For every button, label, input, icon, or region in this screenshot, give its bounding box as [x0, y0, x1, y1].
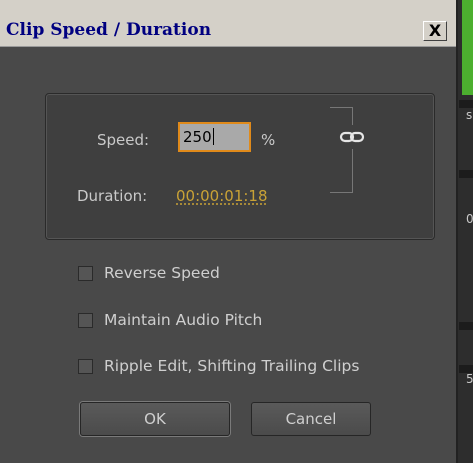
background-text: s: [466, 108, 473, 122]
text-caret: [212, 128, 214, 145]
speed-input[interactable]: 250: [178, 122, 251, 152]
duration-label: Duration:: [77, 187, 148, 205]
ok-button[interactable]: OK: [80, 402, 230, 436]
background-text: 5: [466, 372, 473, 386]
background-divider: [459, 322, 473, 330]
link-bracket: [330, 107, 353, 193]
close-icon: X: [428, 21, 442, 40]
background-divider: [459, 100, 473, 108]
close-button[interactable]: X: [423, 21, 447, 41]
reverse-speed-label: Reverse Speed: [104, 264, 220, 282]
ripple-edit-checkbox[interactable]: [78, 359, 93, 374]
duration-timecode[interactable]: 00:00:01:18: [176, 187, 268, 205]
chain-link-icon[interactable]: [337, 125, 367, 149]
maintain-audio-pitch-checkbox[interactable]: [78, 313, 93, 328]
reverse-speed-checkbox[interactable]: [78, 266, 93, 281]
speed-duration-group: [45, 93, 435, 240]
speed-label: Speed:: [97, 131, 150, 149]
background-text: 0: [466, 212, 473, 226]
background-divider: [459, 170, 473, 178]
title-bar[interactable]: Clip Speed / Duration X: [0, 0, 456, 47]
clip-speed-dialog: Clip Speed / Duration X Speed: 250 % Dur…: [0, 0, 458, 463]
speed-value: 250: [183, 128, 212, 146]
maintain-audio-pitch-label: Maintain Audio Pitch: [104, 311, 263, 329]
cancel-button[interactable]: Cancel: [251, 402, 371, 436]
ripple-edit-label: Ripple Edit, Shifting Trailing Clips: [104, 357, 360, 375]
background-green-region: [462, 0, 473, 95]
percent-label: %: [261, 131, 276, 149]
dialog-title: Clip Speed / Duration: [6, 20, 212, 40]
